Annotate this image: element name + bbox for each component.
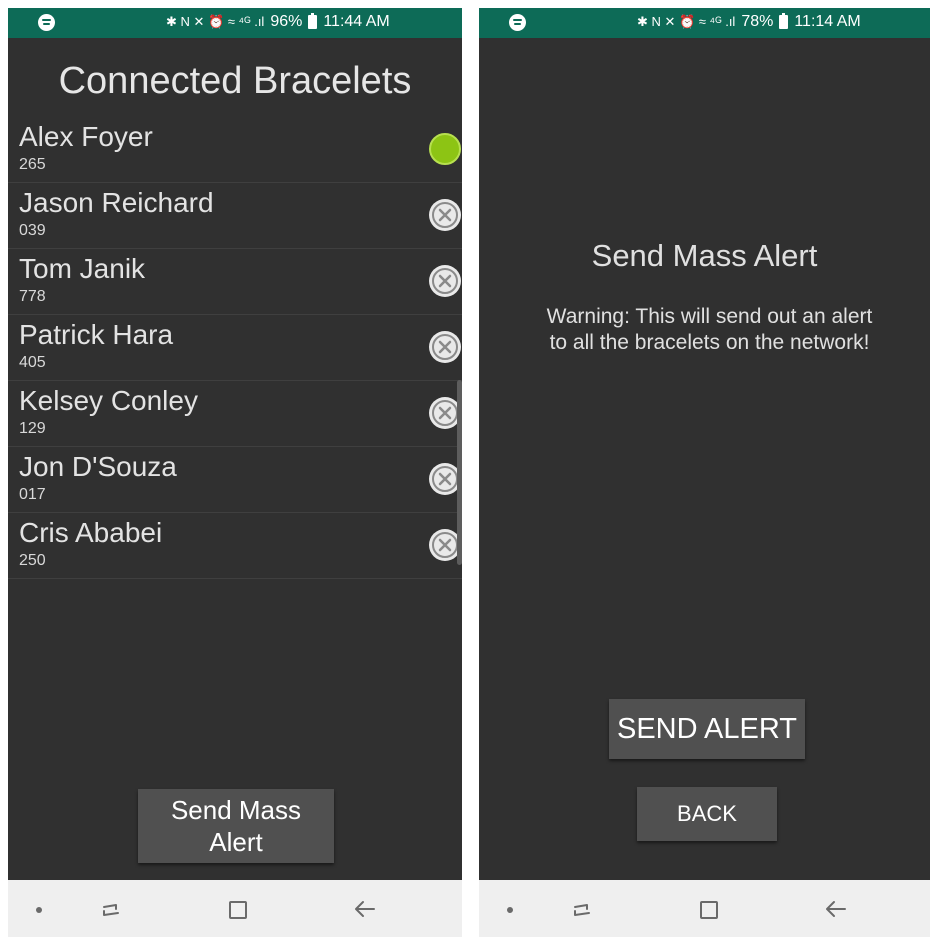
- home-icon[interactable]: [229, 901, 247, 919]
- bracelet-name: Kelsey Conley: [19, 385, 198, 416]
- clock: 11:14 AM: [794, 13, 861, 30]
- back-arrow-icon[interactable]: [825, 898, 847, 920]
- recent-apps-icon[interactable]: [101, 900, 121, 920]
- dot-icon[interactable]: [507, 907, 513, 913]
- bracelet-name: Alex Foyer: [19, 121, 153, 152]
- back-arrow-icon[interactable]: [354, 898, 376, 920]
- spotify-icon: [38, 14, 55, 31]
- disconnected-x-icon[interactable]: [429, 199, 461, 231]
- bracelet-row[interactable]: Cris Ababei 250: [8, 513, 462, 579]
- warning-message: Warning: This will send out an alert to …: [519, 304, 900, 356]
- bracelet-id: 265: [19, 156, 46, 173]
- status-bar: ✱ N ✕ ⏰ ≈ ⁴ᴳ .ıl 78% 11:14 AM: [479, 8, 930, 38]
- bracelet-id: 017: [19, 486, 46, 503]
- bracelet-row[interactable]: Alex Foyer 265: [8, 117, 462, 183]
- bracelet-list: Alex Foyer 265 Jason Reichard 039 Tom Ja…: [8, 117, 462, 579]
- disconnected-x-icon[interactable]: [429, 265, 461, 297]
- battery-icon: [308, 13, 318, 29]
- connected-status-icon: [429, 133, 461, 165]
- warning-line-1: Warning: This will send out an alert: [546, 305, 873, 328]
- page-title: Connected Bracelets: [58, 60, 412, 102]
- bracelet-row[interactable]: Jon D'Souza 017: [8, 447, 462, 513]
- bracelet-name: Jason Reichard: [19, 187, 214, 218]
- bracelet-name: Patrick Hara: [19, 319, 174, 350]
- battery-percent: 96%: [270, 13, 303, 30]
- send-alert-button[interactable]: SEND ALERT: [609, 699, 805, 759]
- recent-apps-icon[interactable]: [572, 900, 592, 920]
- mass-alert-screen: ✱ N ✕ ⏰ ≈ ⁴ᴳ .ıl 78% 11:14 AM Send Mass …: [479, 8, 930, 937]
- spotify-icon: [509, 14, 526, 31]
- bracelet-id: 778: [19, 288, 46, 305]
- clock: 11:44 AM: [323, 13, 390, 30]
- disconnected-x-icon[interactable]: [429, 331, 461, 363]
- send-mass-alert-label-line1: Send Mass: [170, 795, 302, 825]
- back-button[interactable]: BACK: [637, 787, 777, 841]
- list-scrollbar[interactable]: [457, 380, 462, 565]
- bracelet-name: Cris Ababei: [19, 517, 163, 548]
- bracelet-row[interactable]: Jason Reichard 039: [8, 183, 462, 249]
- dialog-title: Send Mass Alert: [591, 238, 818, 273]
- bracelet-id: 129: [19, 420, 46, 437]
- bracelet-row[interactable]: Kelsey Conley 129: [8, 381, 462, 447]
- battery-icon: [779, 13, 789, 29]
- send-mass-alert-button[interactable]: Send Mass Alert: [138, 789, 334, 863]
- bracelet-id: 405: [19, 354, 46, 371]
- status-bar: ✱ N ✕ ⏰ ≈ ⁴ᴳ .ıl 96% 11:44 AM: [8, 8, 462, 38]
- home-icon[interactable]: [700, 901, 718, 919]
- navigation-bar: [8, 880, 462, 937]
- bracelet-row[interactable]: Tom Janik 778: [8, 249, 462, 315]
- status-icons: ✱ N ✕ ⏰ ≈ ⁴ᴳ .ıl: [637, 14, 736, 29]
- bracelet-row[interactable]: Patrick Hara 405: [8, 315, 462, 381]
- navigation-bar: [479, 880, 930, 937]
- bracelet-name: Jon D'Souza: [19, 451, 177, 482]
- dot-icon[interactable]: [36, 907, 42, 913]
- battery-percent: 78%: [741, 13, 774, 30]
- send-mass-alert-label-line2: Alert: [209, 827, 263, 857]
- status-icons: ✱ N ✕ ⏰ ≈ ⁴ᴳ .ıl: [166, 14, 265, 29]
- bracelets-screen: ✱ N ✕ ⏰ ≈ ⁴ᴳ .ıl 96% 11:44 AM Connected …: [8, 8, 462, 937]
- bracelet-id: 250: [19, 552, 46, 569]
- bracelet-id: 039: [19, 222, 46, 239]
- bracelet-name: Tom Janik: [19, 253, 146, 284]
- warning-line-2: to all the bracelets on the network!: [549, 331, 870, 354]
